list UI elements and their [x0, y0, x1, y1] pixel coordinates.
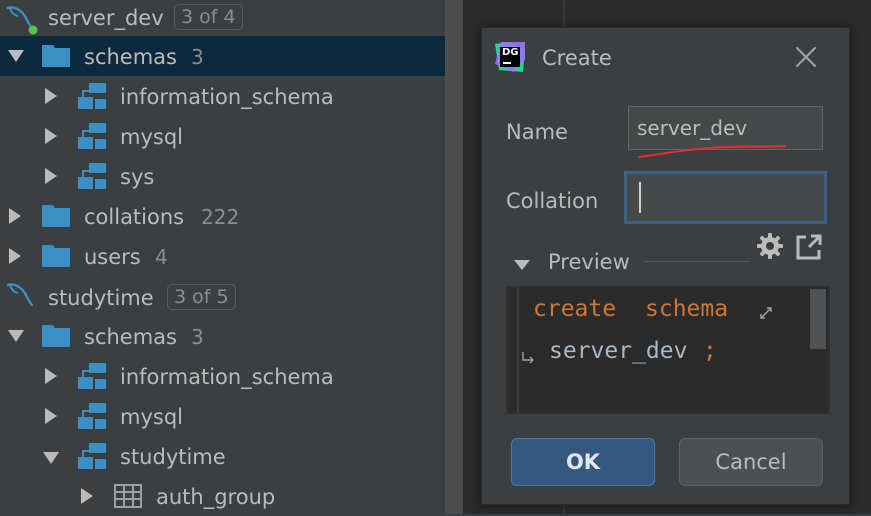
chevron-right-icon[interactable] [43, 128, 59, 144]
preview-label[interactable]: Preview [548, 249, 630, 275]
tree-row-schema[interactable]: information_schema [0, 76, 445, 116]
gear-icon[interactable] [756, 232, 784, 260]
tree-row-schema[interactable]: mysql [0, 116, 445, 156]
schema-icon [78, 83, 106, 109]
datasource-schema-count-badge: 3 of 5 [167, 284, 236, 310]
chevron-right-icon[interactable] [79, 488, 95, 504]
chevron-down-icon[interactable] [514, 255, 530, 274]
folder-icon [42, 245, 70, 267]
tree-item-label: users [84, 245, 141, 269]
tree-item-count: 222 [201, 205, 240, 229]
tree-row-schemas[interactable]: schemas 3 [0, 36, 445, 76]
schema-icon [78, 163, 106, 189]
sql-preview-editor[interactable]: create schema server_dev ; [506, 286, 830, 414]
table-icon [114, 484, 142, 508]
chevron-down-icon[interactable] [43, 450, 59, 466]
datasource-label: studytime [48, 286, 154, 310]
tree-item-label: information_schema [120, 365, 334, 389]
tree-row-schema[interactable]: studytime [0, 436, 445, 476]
editor-gutter [517, 287, 519, 413]
tree-row-schema[interactable]: mysql [0, 396, 445, 436]
database-tree: server_dev 3 of 4 schemas 3 information_… [0, 0, 445, 514]
sql-terminator: ; [703, 338, 717, 364]
chevron-down-icon[interactable] [8, 48, 24, 64]
open-in-new-window-icon[interactable] [795, 233, 823, 261]
tree-item-label: mysql [120, 125, 183, 149]
close-icon[interactable] [792, 43, 820, 71]
tree-row-schema[interactable]: sys [0, 156, 445, 196]
folder-icon [42, 205, 70, 227]
ok-button[interactable]: OK [511, 438, 655, 486]
dialog-title: Create [542, 46, 612, 70]
tree-scrollbar[interactable] [445, 0, 463, 514]
cancel-button[interactable]: Cancel [679, 438, 823, 486]
tree-row-datasource-studytime[interactable]: studytime 3 of 5 [0, 277, 445, 317]
name-label: Name [506, 120, 568, 144]
tree-item-label: collations [84, 205, 185, 229]
sql-identifier: server_dev [549, 338, 688, 364]
chevron-right-icon[interactable] [43, 168, 59, 184]
schema-icon [78, 363, 106, 389]
collation-label: Collation [506, 189, 599, 213]
datasource-schema-count-badge: 3 of 4 [174, 4, 243, 30]
chevron-right-icon[interactable] [7, 208, 23, 224]
mysql-dolphin-icon [4, 281, 38, 313]
tree-item-label: schemas [84, 325, 177, 349]
tree-item-label: auth_group [156, 485, 276, 509]
schema-icon [78, 443, 106, 469]
schema-icon [78, 123, 106, 149]
tree-item-label: schemas [84, 45, 177, 69]
tree-row-collations[interactable]: collations 222 [0, 196, 445, 236]
tree-row-schema[interactable]: information_schema [0, 356, 445, 396]
soft-wrap-continuation-icon [521, 349, 535, 368]
folder-icon [42, 45, 70, 67]
chevron-right-icon[interactable] [7, 248, 23, 264]
tree-row-schemas[interactable]: schemas 3 [0, 316, 445, 356]
tree-item-label: studytime [120, 445, 226, 469]
chevron-right-icon[interactable] [43, 368, 59, 384]
name-error-underline [638, 145, 786, 158]
preview-separator [644, 261, 750, 262]
tree-row-table[interactable]: auth_group [0, 476, 445, 516]
sql-keyword: schema [645, 296, 729, 322]
datasource-label: server_dev [48, 6, 164, 30]
datagrip-logo-icon: DG [495, 42, 525, 72]
sql-keyword: create [533, 296, 617, 322]
chevron-down-icon[interactable] [8, 328, 24, 344]
tree-item-label: information_schema [120, 85, 334, 109]
tree-item-count: 3 [191, 325, 204, 349]
chevron-right-icon[interactable] [43, 408, 59, 424]
schema-icon [78, 403, 106, 429]
tree-row-users[interactable]: users 4 [0, 236, 445, 276]
mysql-dolphin-icon [4, 4, 38, 36]
tree-item-label: sys [120, 165, 155, 189]
create-schema-dialog: DG Create Name Collation Preview [481, 27, 850, 505]
soft-wrap-icon [759, 305, 773, 324]
tree-item-count: 4 [155, 245, 168, 269]
tree-row-datasource-server-dev[interactable]: server_dev 3 of 4 [0, 0, 445, 40]
tree-item-label: mysql [120, 405, 183, 429]
folder-icon [42, 325, 70, 347]
preview-scrollbar[interactable] [810, 289, 826, 349]
chevron-right-icon[interactable] [43, 88, 59, 104]
logo-text: DG [502, 47, 519, 58]
text-caret [639, 182, 641, 213]
tree-item-count: 3 [191, 45, 204, 69]
collation-field[interactable] [624, 171, 827, 224]
